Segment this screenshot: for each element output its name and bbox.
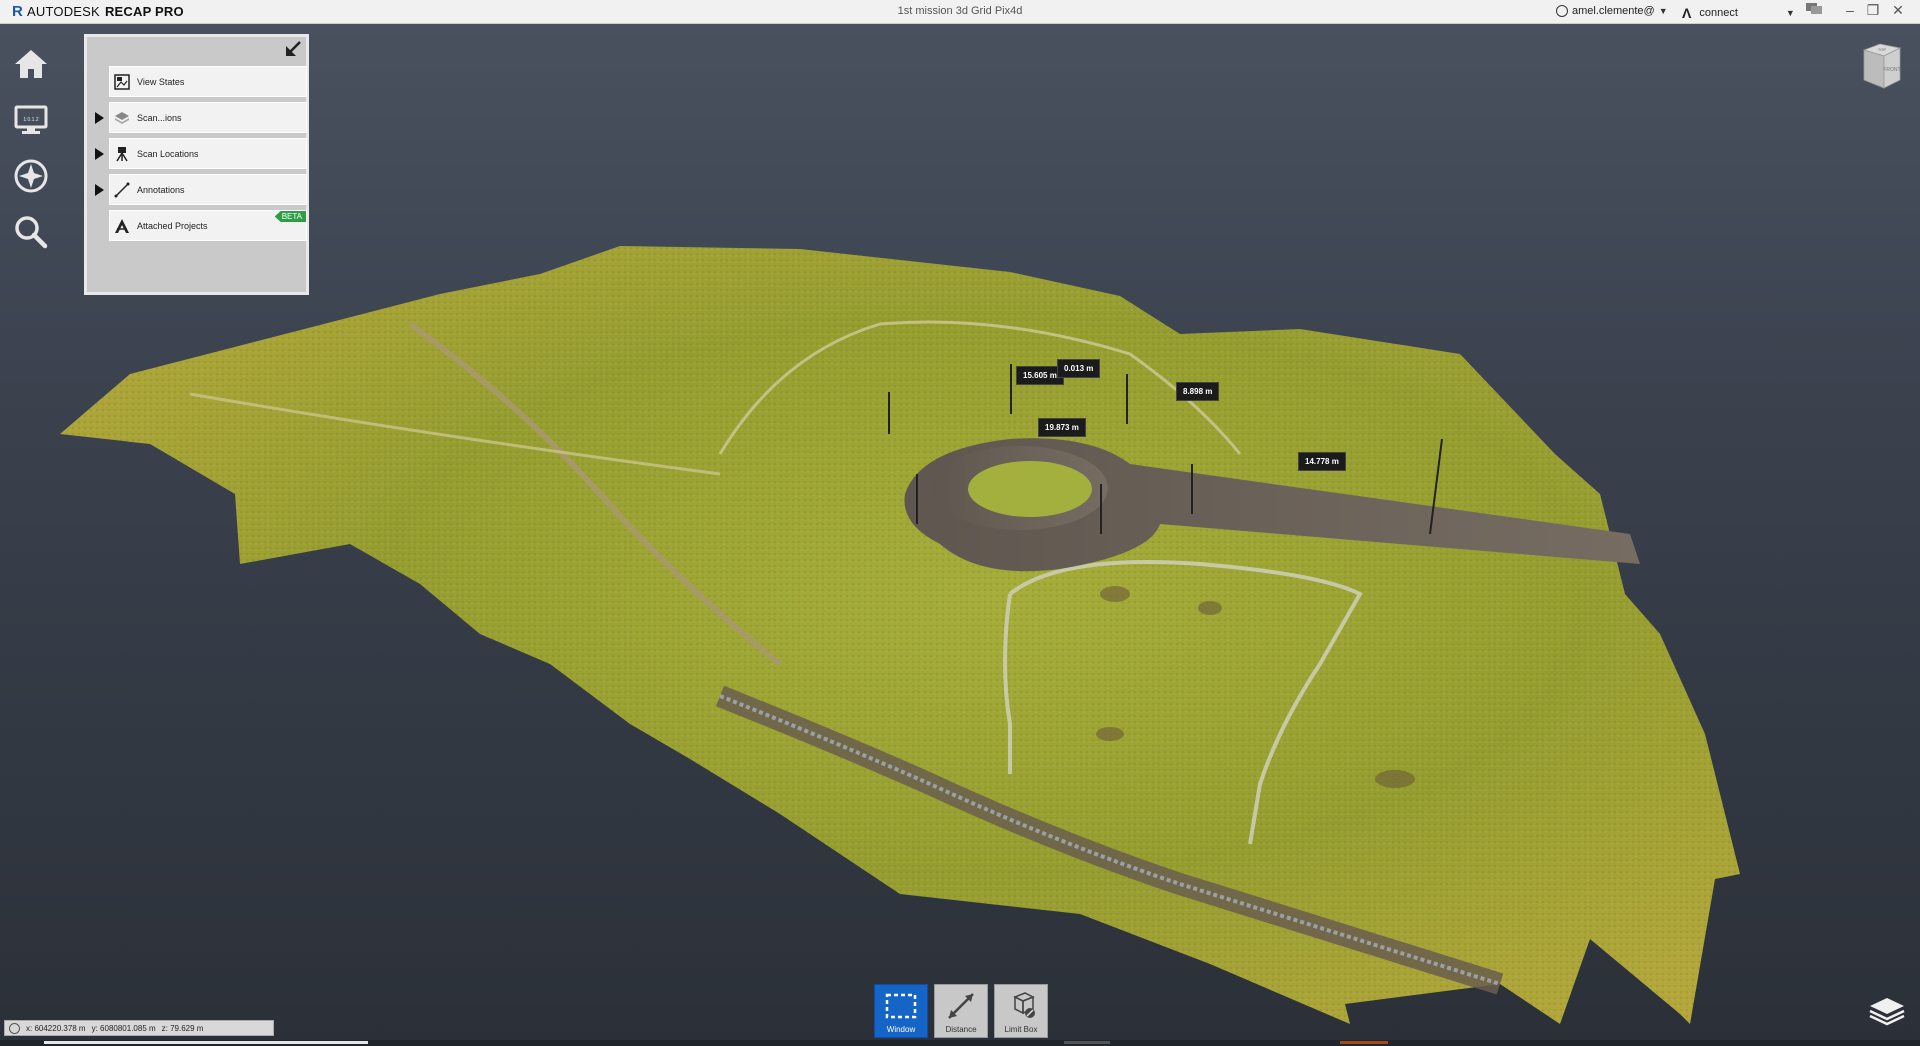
row-label: Scan Locations (137, 148, 199, 159)
display-settings-button[interactable]: 1:0.1.2 (10, 92, 52, 148)
expand-arrow-icon[interactable] (95, 112, 104, 124)
coordinate-icon (9, 1022, 20, 1034)
panel-row-annotations[interactable]: Annotations (91, 172, 307, 208)
panel-row-scan-locations[interactable]: Scan Locations (91, 136, 307, 172)
left-toolbar: 1:0.1.2 (10, 36, 52, 260)
coord-y: y: 6080801.085 m (91, 1023, 156, 1033)
view-cube-front-label: FRONT (1883, 67, 1900, 73)
panel-row-scan-regions[interactable]: Scan...ions (91, 100, 307, 136)
chevron-down-icon: ▼ (1785, 8, 1795, 18)
row-label: View States (137, 76, 185, 87)
row-label: Scan...ions (137, 112, 182, 123)
roundabout-island (968, 461, 1092, 517)
compass-icon (14, 159, 48, 193)
view-cube[interactable]: TOP FRONT (1858, 40, 1906, 92)
autodesk-r-icon: R (12, 3, 24, 20)
measurement-label[interactable]: 19.873 m (1038, 418, 1086, 437)
collapse-arrow-icon (286, 41, 301, 56)
monitor-icon: 1:0.1.2 (14, 105, 48, 134)
project-navigator-panel: View States Scan...ions Scan Locations A… (84, 34, 309, 295)
home-button[interactable] (10, 36, 52, 92)
limit-box-tool[interactable]: Limit Box (994, 984, 1048, 1038)
search-button[interactable] (10, 204, 52, 260)
view-states-icon (113, 73, 131, 91)
display-icon-text: 1:0.1.2 (23, 117, 39, 123)
bottom-strip-segment (1340, 1041, 1388, 1044)
row-label: Attached Projects (137, 220, 208, 231)
expand-arrow-icon[interactable] (95, 184, 104, 196)
layers-button[interactable] (1866, 994, 1908, 1026)
home-icon (15, 50, 47, 78)
measurement-label[interactable]: 8.898 m (1176, 382, 1220, 401)
attached-projects-icon (113, 217, 131, 235)
chevron-down-icon: ▼ (1658, 6, 1668, 16)
scan-locations-icon (113, 145, 131, 163)
panel-row-attached-projects[interactable]: Attached Projects BETA (91, 208, 307, 244)
user-name: amel.clemente@ (1572, 5, 1655, 17)
tool-label: Window (886, 1025, 916, 1034)
bottom-strip (0, 1040, 1920, 1046)
restore-icon[interactable]: ❐ (1863, 2, 1883, 19)
bottom-strip-segment (1064, 1041, 1110, 1044)
chat-icon[interactable] (1804, 2, 1824, 19)
annotations-icon (113, 181, 131, 199)
expand-arrow-icon[interactable] (95, 148, 104, 160)
row-label: Annotations (137, 184, 185, 195)
measurement-label[interactable]: 0.013 m (1057, 359, 1101, 378)
view-cube-top-label: TOP (1878, 47, 1886, 52)
search-icon (15, 216, 48, 249)
title-bar: R AUTODESK RECAP PRO 1st mission 3d Grid… (0, 0, 1920, 24)
collapse-panel-button[interactable] (284, 40, 302, 58)
beta-badge: BETA (274, 211, 306, 222)
coordinate-readout: x: 604220.378 m y: 6080801.085 m z: 79.6… (4, 1020, 274, 1036)
app-logo: R AUTODESK RECAP PRO (12, 3, 184, 20)
window-select-tool[interactable]: Window (874, 984, 928, 1038)
user-menu[interactable]: amel.clemente@ ▼ (1556, 5, 1668, 17)
tool-label: Limit Box (1004, 1025, 1038, 1034)
view-cube-icon: TOP FRONT (1862, 43, 1902, 89)
window-select-icon (883, 990, 919, 1022)
bottom-strip-segment (44, 1041, 368, 1044)
bottom-toolbar: Window Distance Limit Box (874, 984, 1048, 1038)
layers-icon (1869, 998, 1905, 1026)
connect-menu[interactable]: Ʌ connect ▼ (1682, 5, 1795, 21)
brand-name: AUTODESK (27, 4, 100, 19)
measurement-label[interactable]: 14.778 m (1298, 452, 1346, 471)
minimize-icon[interactable]: – (1840, 2, 1860, 18)
close-icon[interactable]: ✕ (1888, 2, 1908, 19)
scan-regions-icon (113, 109, 131, 127)
connect-label: connect (1699, 7, 1738, 19)
navigation-button[interactable] (10, 148, 52, 204)
user-icon (1556, 5, 1568, 17)
distance-icon (943, 990, 979, 1022)
autodesk-a360-icon: Ʌ (1682, 5, 1692, 21)
tool-label: Distance (945, 1025, 977, 1034)
limit-box-icon (1003, 990, 1039, 1022)
terrain-texture (60, 246, 1740, 1024)
coord-x: x: 604220.378 m (26, 1023, 86, 1033)
distance-tool[interactable]: Distance (934, 984, 988, 1038)
coord-z: z: 79.629 m (161, 1023, 204, 1033)
panel-row-view-states[interactable]: View States (91, 64, 307, 100)
product-name: RECAP PRO (104, 4, 184, 19)
